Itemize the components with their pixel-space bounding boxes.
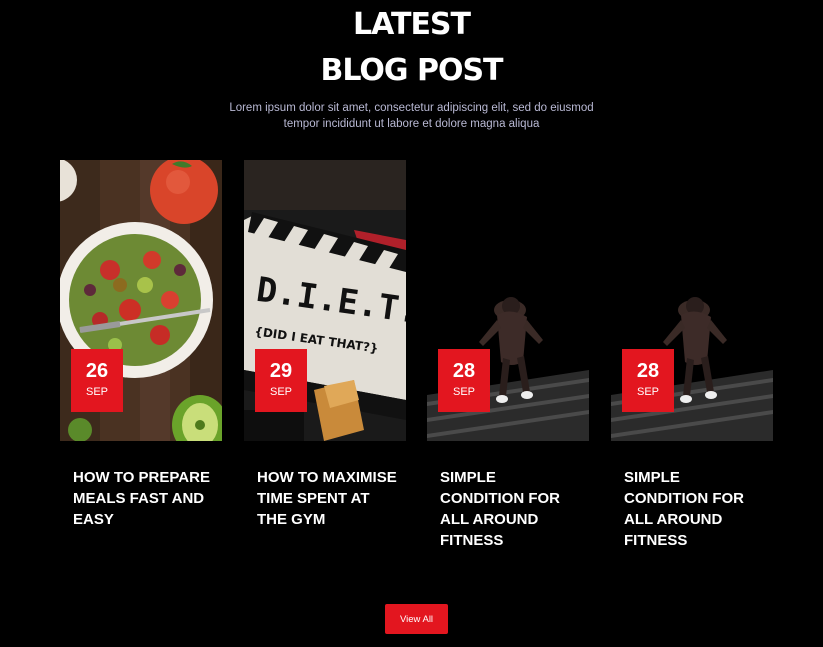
date-badge: 28 SEP [622, 349, 674, 412]
blog-card[interactable]: D.I.E.T. {DID I EAT THAT?} 29 SEP HOW TO… [244, 160, 406, 530]
view-all-button[interactable]: View All [385, 604, 448, 634]
date-day: 28 [452, 360, 476, 382]
section-subtitle: Lorem ipsum dolor sit amet, consectetur … [0, 100, 823, 132]
blog-card[interactable]: 28 SEP SIMPLE CONDITION FOR ALL AROUND F… [611, 160, 773, 551]
subtitle-line2: tempor incididunt ut labore et dolore ma… [283, 118, 540, 130]
post-image-diet[interactable]: D.I.E.T. {DID I EAT THAT?} 29 SEP [244, 160, 406, 441]
post-title[interactable]: HOW TO MAXIMISE TIME SPENT AT THE GYM [257, 467, 397, 530]
blog-card[interactable]: 26 SEP HOW TO PREPARE MEALS FAST AND EAS… [60, 160, 222, 530]
post-image-salad[interactable]: 26 SEP [60, 160, 222, 441]
section-title-line2: BLOG POST [320, 53, 503, 88]
date-month: SEP [269, 386, 292, 398]
date-day: 26 [85, 360, 109, 382]
date-badge: 29 SEP [255, 349, 307, 412]
subtitle-line1: Lorem ipsum dolor sit amet, consectetur … [229, 102, 594, 114]
post-image-runner[interactable]: 28 SEP [611, 160, 773, 441]
post-title[interactable]: SIMPLE CONDITION FOR ALL AROUND FITNESS [624, 467, 764, 551]
post-title[interactable]: SIMPLE CONDITION FOR ALL AROUND FITNESS [440, 467, 580, 551]
post-image-runner[interactable]: 28 SEP [427, 160, 589, 441]
date-badge: 28 SEP [438, 349, 490, 412]
date-month: SEP [452, 386, 475, 398]
date-day: 28 [636, 360, 660, 382]
blog-card[interactable]: 28 SEP SIMPLE CONDITION FOR ALL AROUND F… [427, 160, 589, 551]
section-title-line1: LATEST [352, 7, 471, 42]
date-month: SEP [636, 386, 659, 398]
date-month: SEP [85, 386, 108, 398]
post-title[interactable]: HOW TO PREPARE MEALS FAST AND EASY [73, 467, 213, 530]
date-badge: 26 SEP [71, 349, 123, 412]
date-day: 29 [269, 360, 293, 382]
